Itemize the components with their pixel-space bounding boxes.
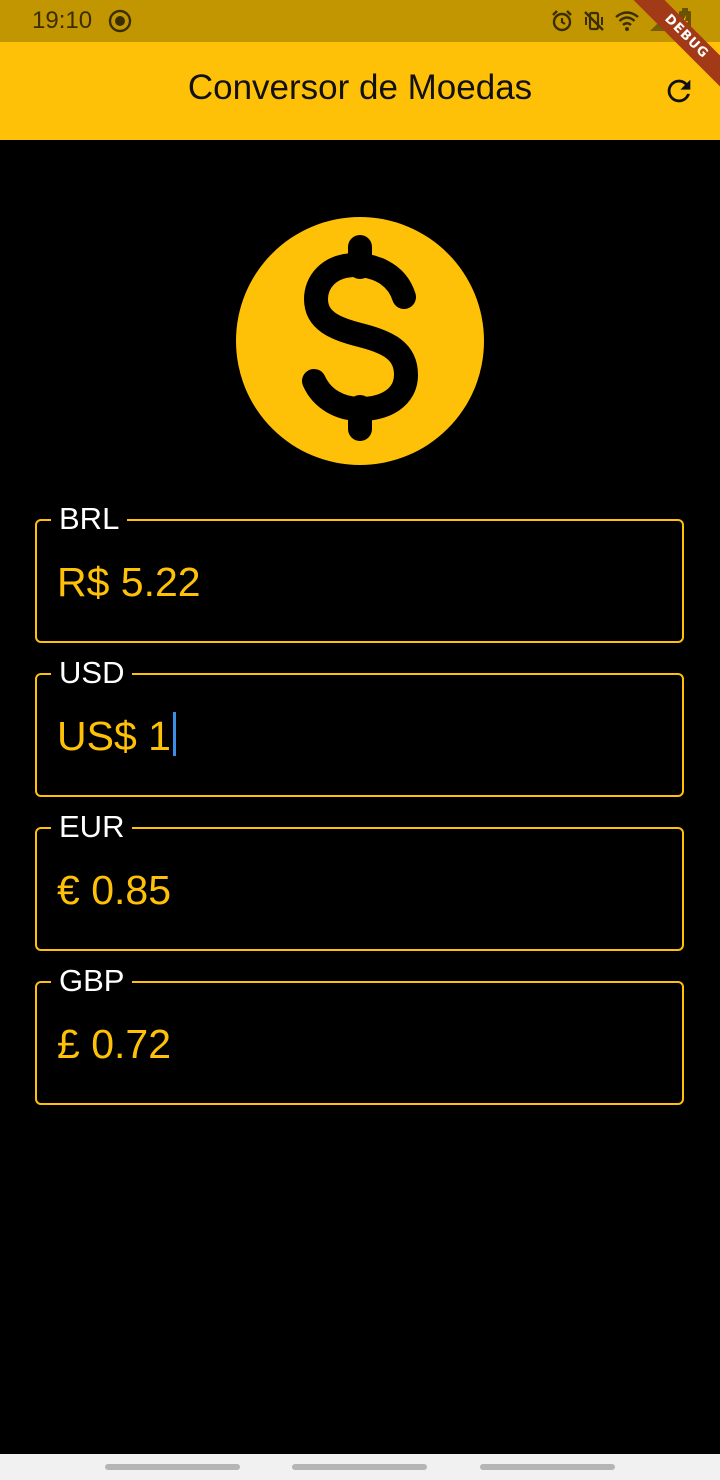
vibrate-off-icon [582,9,606,33]
battery-charging-icon [678,8,692,34]
brl-field-label: BRL [51,497,128,541]
nav-back-handle[interactable] [105,1464,240,1470]
dollar-coin-icon [236,217,484,465]
gbp-field[interactable]: GBP £ 0.72 [35,959,684,1105]
status-icons [550,8,692,34]
text-cursor [172,712,176,756]
nav-recents-handle[interactable] [480,1464,615,1470]
wifi-icon [614,9,640,33]
brl-field[interactable]: BRL R$ 5.22 [35,497,684,643]
page-title: Conversor de Moedas [187,68,533,107]
eur-field-label: EUR [51,805,133,849]
usd-field[interactable]: USD US$ 1 [35,651,684,797]
refresh-button[interactable] [662,74,696,108]
brl-field-value: R$ 5.22 [57,559,201,605]
alarm-icon [550,9,574,33]
signal-icon [648,9,670,33]
gbp-field-label: GBP [51,959,133,1003]
eur-field-value: € 0.85 [57,867,171,913]
usd-field-label: USD [51,651,133,695]
refresh-icon [667,79,691,103]
usd-field-value-wrap: US$ 1 [57,711,176,761]
app-bar: Conversor de Moedas [0,42,720,140]
eur-field[interactable]: EUR € 0.85 [35,805,684,951]
gbp-field-value: £ 0.72 [57,1021,171,1067]
usd-field-value: US$ 1 [57,713,171,759]
nav-home-handle[interactable] [292,1464,427,1470]
status-time: 19:10 [32,7,93,34]
navigation-bar [0,1454,720,1480]
status-bar: 19:10 [0,0,720,42]
record-icon [108,9,132,33]
